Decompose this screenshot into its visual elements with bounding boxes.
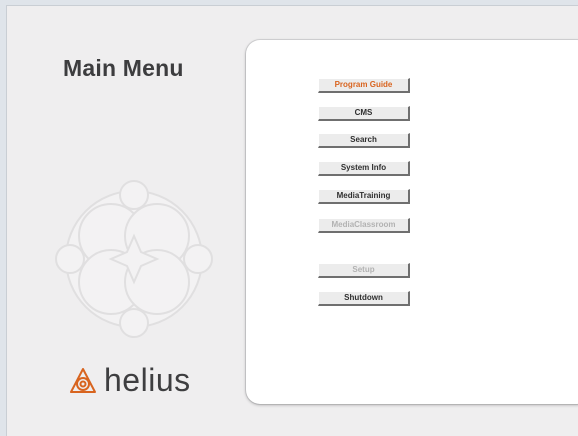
media-training-button[interactable]: MediaTraining bbox=[318, 189, 410, 204]
media-classroom-button: MediaClassroom bbox=[318, 218, 410, 233]
page-title: Main Menu bbox=[63, 55, 184, 81]
search-button[interactable]: Search bbox=[318, 133, 410, 148]
helius-watermark-icon bbox=[55, 180, 213, 338]
helius-logo-icon bbox=[70, 367, 96, 393]
menu-panel bbox=[246, 40, 578, 404]
program-guide-button[interactable]: Program Guide bbox=[318, 78, 410, 93]
brand-logo: helius bbox=[68, 362, 191, 399]
cms-button[interactable]: CMS bbox=[318, 106, 410, 121]
shutdown-button[interactable]: Shutdown bbox=[318, 291, 410, 306]
system-info-button[interactable]: System Info bbox=[318, 161, 410, 176]
brand-name: helius bbox=[104, 362, 191, 398]
setup-button: Setup bbox=[318, 263, 410, 278]
